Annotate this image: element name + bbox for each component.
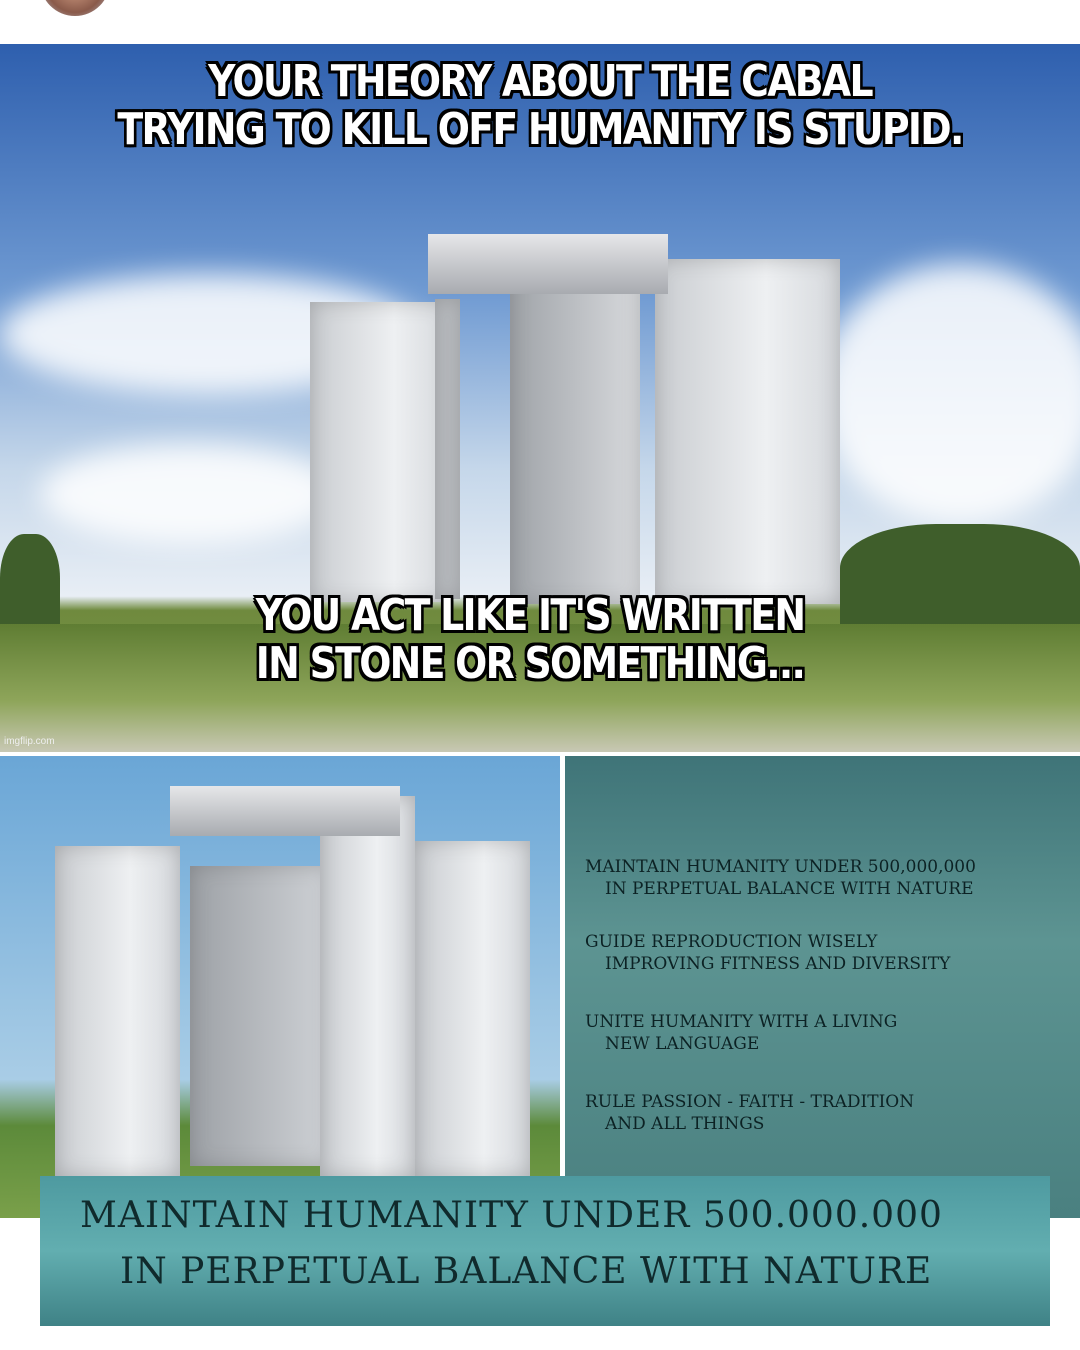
watermark: imgflip.com [4, 736, 55, 747]
inscription-line: GUIDE REPRODUCTION WISELY [585, 932, 878, 952]
inscription-line: IN PERPETUAL BALANCE WITH NATURE [605, 879, 974, 899]
capstone [428, 234, 668, 294]
inscription-line: NEW LANGUAGE [605, 1034, 760, 1054]
inscription-banner: MAINTAIN HUMANITY UNDER 500.000.000 IN P… [40, 1176, 1050, 1326]
stone-slab-right [655, 259, 840, 604]
guidestones-photo-2 [0, 756, 560, 1218]
top-caption: YOUR THEORY ABOUT THE CABAL TRYING TO KI… [76, 58, 1005, 154]
avatar[interactable] [40, 0, 110, 16]
bottom-caption: YOU ACT LIKE IT'S WRITTEN IN STONE OR SO… [66, 592, 995, 688]
inscription-line: MAINTAIN HUMANITY UNDER 500,000,000 [585, 857, 976, 877]
inscription-line: IMPROVING FITNESS AND DIVERSITY [605, 954, 951, 974]
inscription-line: MAINTAIN HUMANITY UNDER 500.000.000 [80, 1195, 943, 1236]
stone-center [510, 244, 640, 604]
inscription-line: IN PERPETUAL BALANCE WITH NATURE [120, 1251, 933, 1292]
inscription-line: RULE PASSION - FAITH - TRADITION [585, 1092, 915, 1112]
meme-image: YOUR THEORY ABOUT THE CABAL TRYING TO KI… [0, 44, 1080, 1326]
caption-line: YOUR THEORY ABOUT THE CABAL [208, 56, 873, 107]
caption-line: IN STONE OR SOMETHING... [255, 638, 806, 689]
caption-line: YOU ACT LIKE IT'S WRITTEN [255, 590, 806, 641]
inscription-line: AND ALL THINGS [605, 1114, 765, 1134]
inscription-line: UNITE HUMANITY WITH A LIVING [585, 1012, 898, 1032]
guidestones-photo: YOUR THEORY ABOUT THE CABAL TRYING TO KI… [0, 44, 1080, 752]
inscription-closeup: MAINTAIN HUMANITY UNDER 500,000,000 IN P… [565, 756, 1080, 1218]
stone-slab-left [310, 302, 450, 602]
caption-line: TRYING TO KILL OFF HUMANITY IS STUPID. [117, 104, 964, 155]
